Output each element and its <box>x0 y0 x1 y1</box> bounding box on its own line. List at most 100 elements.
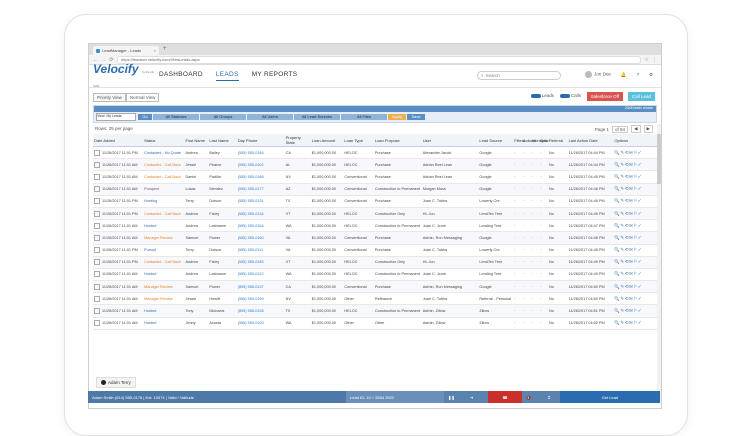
row-action-icons[interactable]: 🔍✎⟲✉⚐✓ <box>614 259 642 264</box>
table-row[interactable]: 11/26/2017 11:01 AM Manager Review Jessie H… <box>93 292 657 306</box>
row-action-icons[interactable]: 🔍✎⟲✉⚐✓ <box>614 296 642 301</box>
table-row[interactable]: 11/26/2017 11:01 AM Contacted - Call Back… <box>93 170 657 184</box>
save-button[interactable]: Save <box>407 114 425 120</box>
column-header[interactable]: First Name <box>184 134 209 147</box>
row-checkbox[interactable] <box>94 320 100 327</box>
keypad-icon[interactable]: ⌗ <box>544 391 560 403</box>
table-row[interactable]: 11/26/2017 11:01 PM Contacted - No Quote A… <box>93 146 657 160</box>
table-row[interactable]: 11/26/2017 11:01 AM Manager Review Samuel P… <box>93 231 657 245</box>
star-icon[interactable]: ☆ <box>644 57 649 63</box>
hangup-icon[interactable]: ☎ <box>488 391 522 403</box>
menu-icon[interactable]: ⋮ <box>652 57 657 63</box>
page-number-input[interactable]: of 94 <box>612 125 629 133</box>
cell-phone[interactable]: (555) 555-0188 <box>236 170 285 184</box>
close-tab-icon[interactable]: × <box>154 48 156 53</box>
cell-phone[interactable]: (555) 555-0102 <box>236 158 285 172</box>
row-action-icons[interactable]: 🔍✎⟲✉⚐✓ <box>614 174 642 179</box>
row-action-icons[interactable]: 🔍✎⟲✉⚐✓ <box>614 308 642 313</box>
row-checkbox[interactable] <box>94 234 100 241</box>
row-action-icons[interactable]: 🔍✎⟲✉⚐✓ <box>614 198 642 203</box>
table-row[interactable]: 11/26/2017 11:01 AM Prospect Lukas Mendez (5… <box>93 183 657 196</box>
table-row[interactable]: 11/26/2017 11:01 PM Hunting Terry Dotson (55… <box>93 195 657 208</box>
cell-phone[interactable]: (555) 555-0145 <box>236 256 285 269</box>
scrollbar[interactable] <box>657 124 661 404</box>
mute-icon[interactable]: 🔇 <box>522 391 544 403</box>
row-checkbox[interactable] <box>94 198 100 205</box>
cell-phone[interactable]: (555) 555-0128 <box>236 304 285 318</box>
filter-users[interactable]: All Users <box>247 114 293 120</box>
row-action-icons[interactable]: 🔍✎⟲✉⚐✓ <box>614 320 642 325</box>
row-checkbox[interactable] <box>94 247 100 254</box>
prev-page-icon[interactable]: ◀ <box>631 125 641 133</box>
settings-icon[interactable]: ⚙ <box>649 72 653 78</box>
next-page-icon[interactable]: ▶ <box>643 125 653 133</box>
cell-phone[interactable]: (555) 555-0131 <box>236 195 285 208</box>
go-button[interactable]: Go <box>138 114 152 120</box>
nav-my-reports[interactable]: MY REPORTS <box>252 71 298 81</box>
pause-icon[interactable]: ❚❚ <box>444 391 466 403</box>
table-row[interactable]: 11/26/2017 11:01 AM Hunted Tony Michaels (55… <box>93 304 657 318</box>
get-lead-button[interactable]: Get Lead <box>560 391 660 403</box>
row-action-icons[interactable]: 🔍✎⟲✉⚐✓ <box>614 211 642 216</box>
help-icon[interactable]: ? <box>636 72 639 77</box>
row-checkbox[interactable] <box>94 186 100 193</box>
row-action-icons[interactable]: 🔍✎⟲✉⚐✓ <box>614 284 642 289</box>
bell-icon[interactable]: 🔔 <box>621 72 627 78</box>
new-tab-button[interactable]: + <box>163 46 167 52</box>
row-checkbox[interactable] <box>94 308 100 315</box>
row-checkbox[interactable] <box>94 149 100 156</box>
nav-leads[interactable]: LEADS <box>215 71 239 81</box>
view-select[interactable]: View: My Leads <box>96 113 136 121</box>
row-checkbox[interactable] <box>94 271 100 278</box>
row-checkbox[interactable] <box>94 210 100 217</box>
table-row[interactable]: 11/26/2017 11:01 PM Pursuit Terry Dotson (55… <box>93 244 657 257</box>
row-action-icons[interactable]: 🔍✎⟲✉⚐✓ <box>614 162 642 167</box>
column-header[interactable]: Options <box>613 134 657 147</box>
table-row[interactable]: 11/26/2017 11:01 AM Manager Review Samuel P… <box>93 280 657 294</box>
leads-toggle[interactable]: Leads <box>530 93 554 98</box>
cell-phone[interactable]: (555) 555-0160 <box>236 231 285 245</box>
transfer-icon[interactable]: ➜ <box>466 391 488 403</box>
cell-phone[interactable]: (555) 555-0137 <box>236 280 285 294</box>
row-action-icons[interactable]: 🔍✎⟲✉⚐✓ <box>614 235 642 240</box>
cell-phone[interactable]: (555) 555-0146 <box>236 146 285 160</box>
column-header[interactable]: Filters <box>513 134 525 147</box>
row-action-icons[interactable]: 🔍✎⟲✉⚐✓ <box>614 247 642 252</box>
cell-phone[interactable]: (555) 555-0122 <box>236 268 285 282</box>
table-row[interactable]: 11/26/2017 11:01 AM Hunted Andrea Lastname (… <box>93 268 657 282</box>
cell-phone[interactable]: (555) 555-0111 <box>236 244 285 257</box>
row-checkbox[interactable] <box>94 161 100 168</box>
cell-phone[interactable]: (555) 555-0177 <box>236 183 285 196</box>
salesforce-off-button[interactable]: Salesforce Off <box>586 92 623 101</box>
scrollbar-thumb[interactable] <box>657 134 661 184</box>
row-action-icons[interactable]: 🔍✎⟲✉⚐✓ <box>614 223 642 228</box>
column-header[interactable]: Loan Amount <box>310 134 344 147</box>
table-row[interactable]: 11/26/2017 11:01 AM Hunted Jenny Acosta (555… <box>93 317 657 330</box>
column-header[interactable]: Date Added <box>93 134 144 147</box>
row-checkbox[interactable] <box>94 259 100 266</box>
cell-phone[interactable]: (555) 555-0154 <box>236 219 285 233</box>
column-header[interactable]: Last Action Date <box>567 134 614 147</box>
cell-phone[interactable]: (555) 555-0134 <box>236 207 285 221</box>
table-row[interactable]: 11/26/2017 11:01 PM Contacted - Call Back… <box>93 207 657 221</box>
column-header[interactable]: Last Name <box>208 134 237 147</box>
row-checkbox[interactable] <box>94 222 100 229</box>
column-header[interactable]: Loan Purpose <box>373 134 422 147</box>
filter-files[interactable]: All Files <box>341 114 387 120</box>
column-header[interactable]: User <box>421 134 479 147</box>
priority-view-button[interactable]: Priority View <box>93 93 126 102</box>
normal-view-button[interactable]: Normal View <box>125 93 160 102</box>
column-header[interactable]: Actions <box>521 134 536 147</box>
column-header[interactable]: Referral <box>548 134 568 147</box>
active-contact-chip[interactable]: Adam Terry <box>96 377 136 388</box>
cell-phone[interactable]: (555) 555-0109 <box>236 317 285 330</box>
table-row[interactable]: 11/26/2017 11:01 AM Contacted - Call Back… <box>93 158 657 172</box>
browser-tab[interactable]: LeadManager - Leads × <box>93 46 159 55</box>
calls-toggle[interactable]: Calls <box>559 93 581 98</box>
column-header[interactable]: Attempts <box>530 134 547 147</box>
filter-lead-sources[interactable]: All Lead Sources <box>294 114 340 120</box>
row-checkbox[interactable] <box>94 283 100 290</box>
row-action-icons[interactable]: 🔍✎⟲✉⚐✓ <box>614 186 642 191</box>
call-lead-button[interactable]: Call Lead <box>627 92 655 101</box>
column-header[interactable]: Date <box>539 134 549 147</box>
